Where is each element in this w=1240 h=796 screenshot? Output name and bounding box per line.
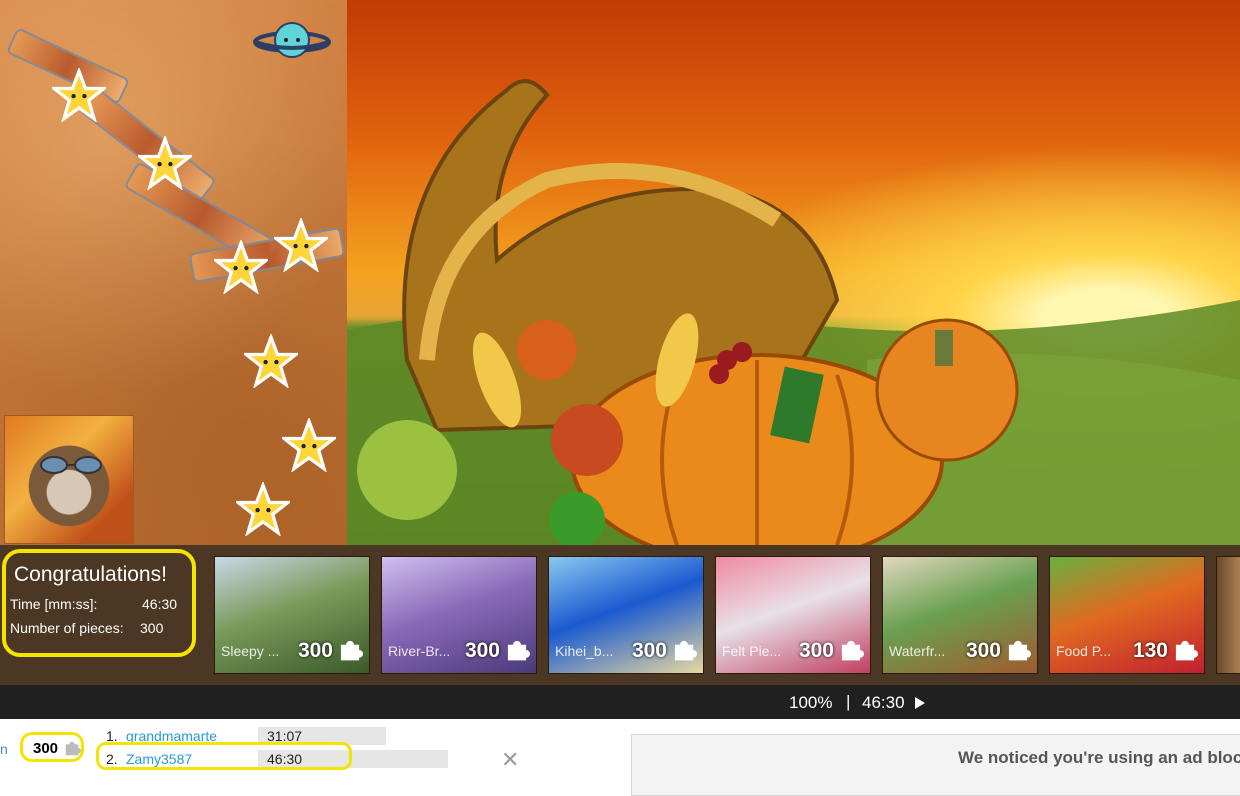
thumbnail-partial[interactable] (1216, 556, 1240, 674)
thumbnail-title: Felt Pie... (722, 643, 782, 659)
sunglasses-icon (40, 456, 102, 474)
leaderboard: n 300 1. grandmamarte 31:07 2. Zamy3587 … (0, 719, 620, 775)
puzzle-thumbnail[interactable]: River-Br... 300 (381, 556, 537, 674)
thumbnail-piece-count: 300 (631, 639, 667, 662)
play-icon[interactable] (914, 696, 926, 710)
pieces-label: Number of pieces: (10, 620, 124, 636)
puzzle-thumbnail[interactable]: Food P... 130 (1049, 556, 1205, 674)
time-label: Time [mm:ss]: (10, 596, 98, 612)
puzzle-piece-icon (674, 640, 697, 661)
pieces-count: 300 (33, 740, 59, 757)
thumbnail-title: Kihei_b... (555, 643, 614, 659)
thumbnail-title: Waterfr... (889, 643, 946, 659)
status-bar: 100% | 46:30 (0, 685, 1240, 719)
puzzle-thumbnail-strip: Congratulations! Time [mm:ss]: 46:30 Num… (0, 545, 1240, 685)
star-icon (236, 482, 290, 536)
profile-decoration-panel (0, 0, 347, 545)
puzzle-thumbnail[interactable]: Waterfr... 300 (882, 556, 1038, 674)
cornucopia-illustration (347, 79, 1240, 545)
puzzle-piece-icon (340, 640, 363, 661)
star-icon (274, 218, 328, 272)
close-icon[interactable]: ✕ (501, 747, 519, 773)
star-icon (138, 136, 192, 190)
star-icon (52, 68, 106, 122)
puzzle-piece-icon (1175, 640, 1198, 661)
puzzle-thumbnail[interactable]: Felt Pie... 300 (715, 556, 871, 674)
thumbnail-piece-count: 300 (798, 639, 834, 662)
avatar[interactable] (4, 415, 134, 544)
planet-icon (253, 22, 331, 58)
thumbnail-title: River-Br... (388, 643, 451, 659)
zoom-level[interactable]: 100% (789, 693, 832, 713)
puzzle-thumbnail[interactable]: Kihei_b... 300 (548, 556, 704, 674)
adblock-notice: We noticed you're using an ad bloc (631, 734, 1240, 796)
star-icon (244, 334, 298, 388)
puzzle-piece-icon (1008, 640, 1031, 661)
thumbnail-title: Sleepy ... (221, 643, 280, 659)
puzzle-piece-icon (65, 741, 81, 756)
current-user-highlight (96, 742, 352, 770)
puzzle-thumbnail[interactable]: Sleepy ... 300 (214, 556, 370, 674)
puzzle-piece-icon (507, 640, 530, 661)
completed-puzzle-image[interactable] (347, 0, 1240, 545)
status-separator: | (846, 692, 851, 711)
pieces-value: 300 (140, 620, 164, 636)
congratulations-title: Congratulations! (14, 563, 167, 586)
pieces-filter-chip[interactable]: 300 (20, 732, 84, 762)
star-icon (282, 418, 336, 472)
puzzle-piece-icon (841, 640, 864, 661)
thumbnail-piece-count: 300 (965, 639, 1001, 662)
thumbnail-title: Food P... (1056, 643, 1112, 659)
thumbnail-piece-count: 300 (297, 639, 333, 662)
thumbnail-piece-count: 300 (464, 639, 500, 662)
thumbnail-piece-count: 130 (1132, 639, 1168, 662)
congratulations-panel: Congratulations! Time [mm:ss]: 46:30 Num… (2, 549, 196, 657)
leaderboard-cut-label: n (0, 741, 8, 757)
adblock-message: We noticed you're using an ad bloc (958, 748, 1240, 767)
timer: 46:30 (862, 693, 905, 712)
star-icon (214, 240, 268, 294)
time-value: 46:30 (142, 596, 178, 612)
